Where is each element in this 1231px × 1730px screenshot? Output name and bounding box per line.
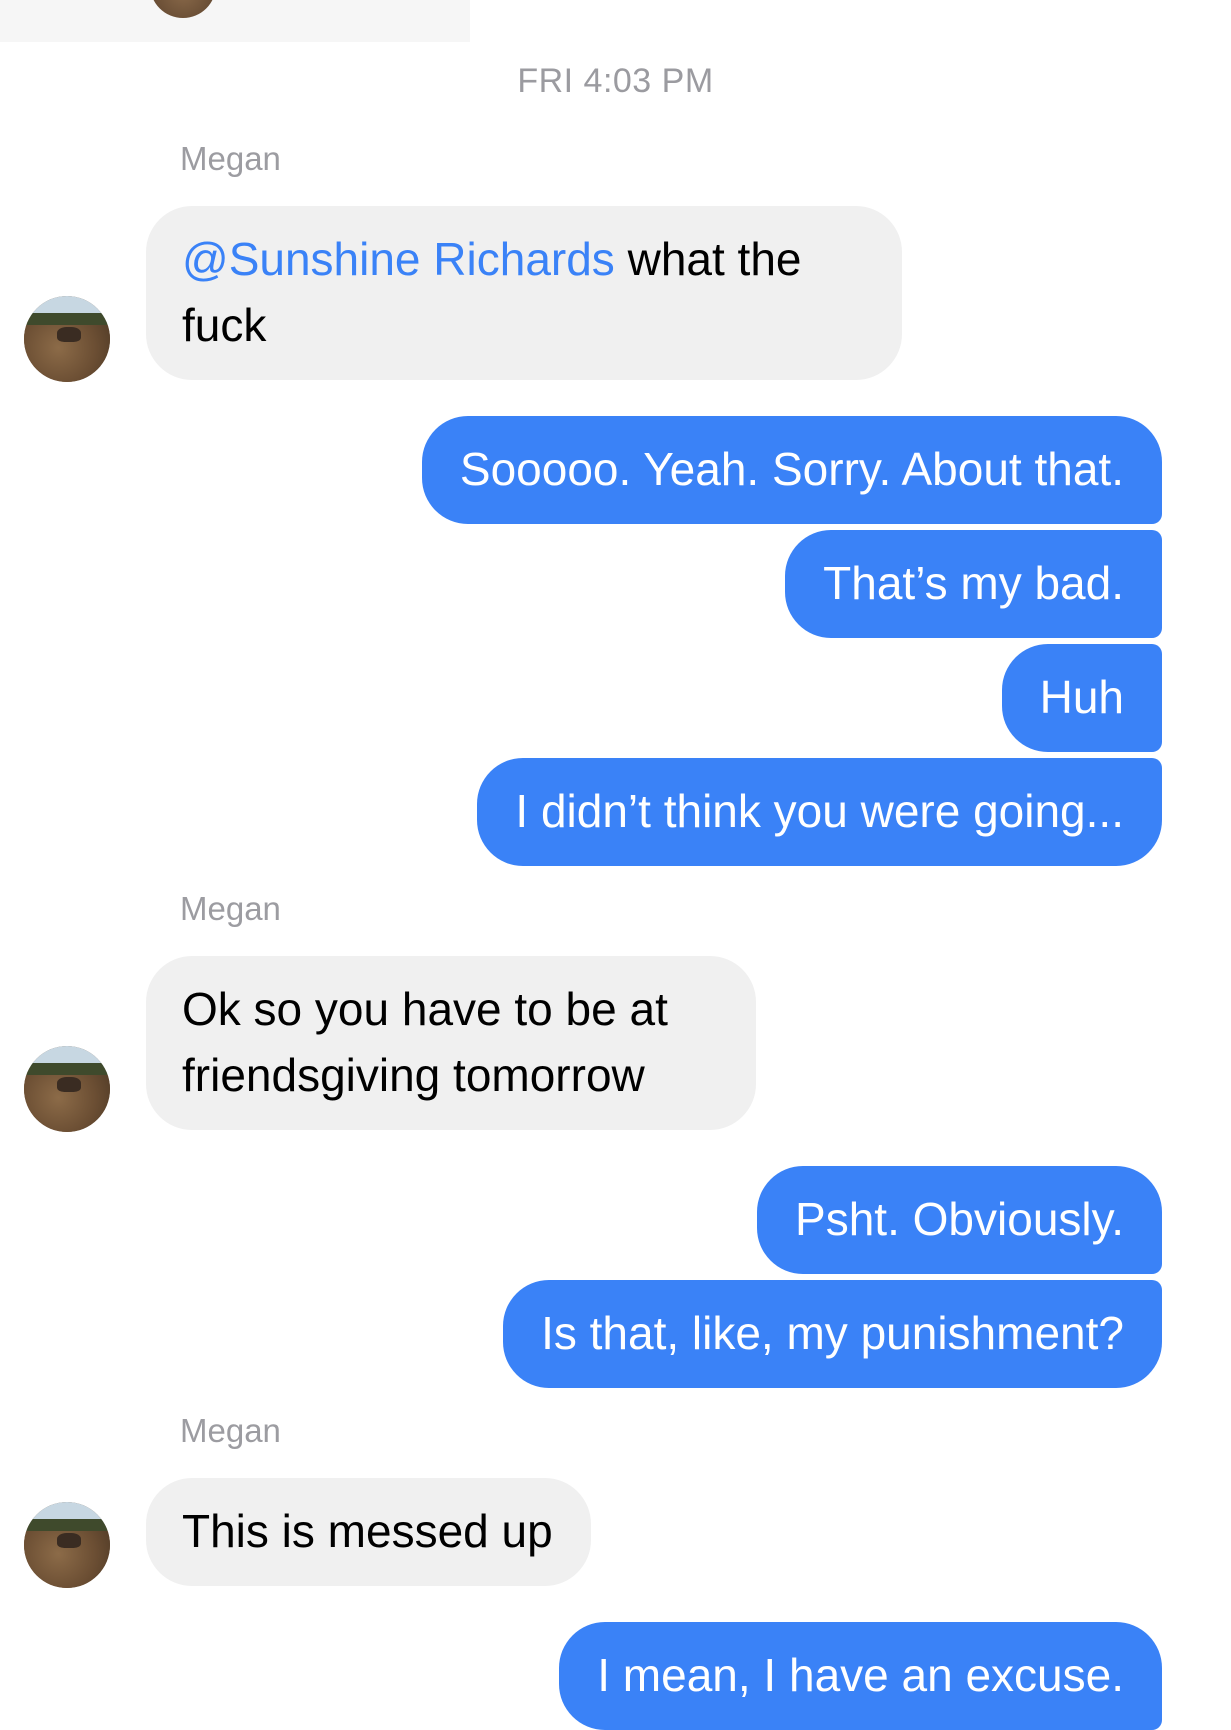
- incoming-message-bubble[interactable]: This is messed up: [146, 1478, 591, 1586]
- outgoing-message-bubble[interactable]: Huh: [1001, 644, 1162, 752]
- message-text: That’s my bad.: [823, 557, 1124, 609]
- message-text: Huh: [1039, 671, 1124, 723]
- contact-avatar[interactable]: [150, 0, 216, 18]
- contact-avatar[interactable]: [24, 1046, 110, 1132]
- sender-name: Megan: [180, 890, 281, 927]
- contact-avatar[interactable]: [24, 1502, 110, 1588]
- message-text: what the: [614, 233, 802, 285]
- sender-name: Megan: [180, 140, 281, 177]
- conversation-timestamp: FRI 4:03 PM: [517, 62, 714, 100]
- outgoing-message-bubble[interactable]: I mean, I have an excuse.: [559, 1622, 1162, 1730]
- message-text: friendsgiving tomorrow: [182, 1049, 645, 1101]
- message-text: This is messed up: [182, 1505, 553, 1557]
- outgoing-message-bubble[interactable]: I didn’t think you were going...: [477, 758, 1162, 866]
- outgoing-message-bubble[interactable]: That’s my bad.: [785, 530, 1162, 638]
- incoming-message-bubble[interactable]: @Sunshine Richards what the fuck: [146, 206, 902, 380]
- contact-avatar[interactable]: [24, 296, 110, 382]
- outgoing-message-bubble[interactable]: Psht. Obviously.: [757, 1166, 1162, 1274]
- previous-message-strip: [0, 0, 470, 42]
- outgoing-message-bubble[interactable]: Sooooo. Yeah. Sorry. About that.: [421, 416, 1162, 524]
- message-text: fuck: [182, 299, 267, 351]
- message-text: Sooooo. Yeah. Sorry. About that.: [459, 443, 1124, 495]
- incoming-message-bubble[interactable]: Ok so you have to be at friendsgiving to…: [146, 956, 756, 1130]
- message-text: Is that, like, my punishment?: [541, 1307, 1124, 1359]
- message-text: Ok so you have to be at: [182, 983, 668, 1035]
- outgoing-message-bubble[interactable]: Is that, like, my punishment?: [503, 1280, 1162, 1388]
- user-mention-link[interactable]: @Sunshine Richards: [182, 233, 615, 285]
- message-text: Psht. Obviously.: [795, 1193, 1124, 1245]
- sender-name: Megan: [180, 1412, 281, 1449]
- message-text: I mean, I have an excuse.: [597, 1649, 1124, 1701]
- message-text: I didn’t think you were going...: [515, 785, 1124, 837]
